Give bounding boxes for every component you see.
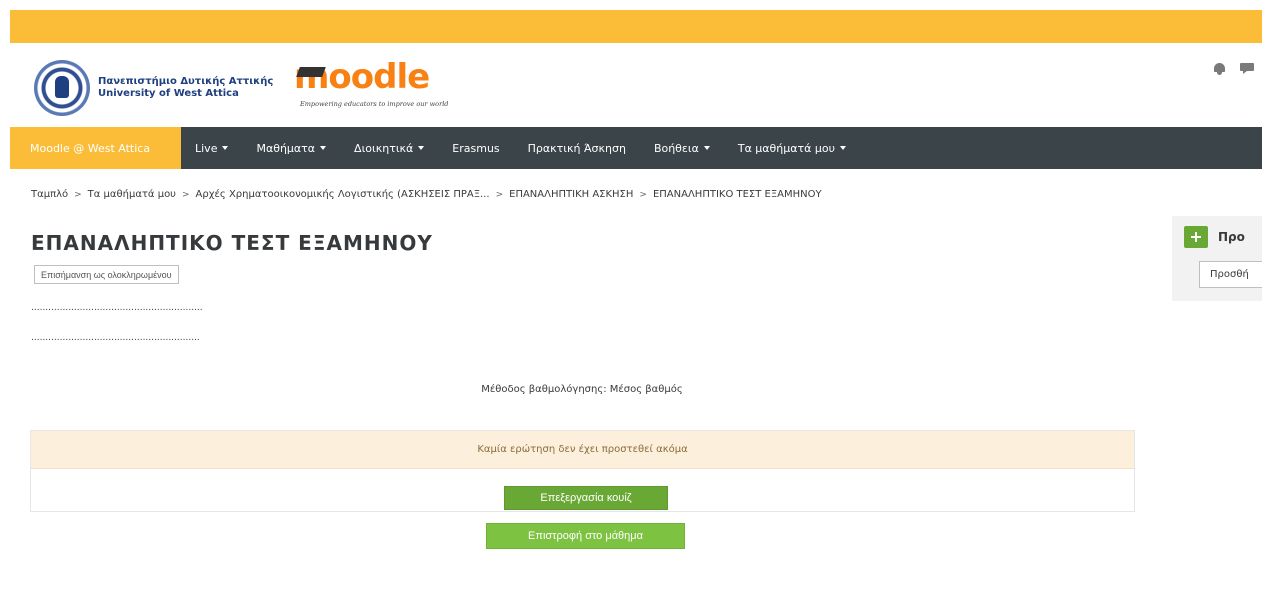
nav-item-my-courses[interactable]: Τα μαθήματά μου [724, 127, 860, 169]
chevron-right-icon: > [495, 189, 504, 200]
breadcrumb-item-course[interactable]: Αρχές Χρηματοοικονομικής Λογιστικής (ΑΣΚ… [196, 189, 490, 200]
add-block-select[interactable]: Προσθή [1199, 261, 1262, 288]
university-seal-icon [34, 60, 90, 116]
top-accent-strip [10, 10, 1262, 43]
university-name-en: University of West Attica [98, 88, 239, 99]
add-block-title: Προ [1218, 230, 1245, 244]
nav-brand[interactable]: Moodle @ West Attica [10, 127, 181, 169]
breadcrumb-item-section[interactable]: ΕΠΑΝΑΛΗΠΤΙΚΗ ΑΣΚΗΣΗ [509, 189, 633, 200]
grading-method-text: Μέθοδος βαθμολόγησης: Μέσος βαθμός [481, 384, 683, 395]
moodle-logo[interactable]: moodle Empowering educators to improve o… [294, 57, 448, 111]
site-header: Πανεπιστήμιο Δυτικής Αττικής University … [10, 43, 1262, 127]
nav-item-help[interactable]: Βοήθεια [640, 127, 724, 169]
nav-item-courses[interactable]: Μαθήματα [242, 127, 340, 169]
nav-item-erasmus[interactable]: Erasmus [438, 127, 513, 169]
bell-icon[interactable] [1213, 63, 1226, 75]
nav-item-label: Erasmus [452, 141, 500, 155]
nav-item-label: Διοικητικά [354, 141, 414, 155]
no-questions-notice: Καμία ερώτηση δεν έχει προστεθεί ακόμα [31, 431, 1134, 469]
nav-item-label: Πρακτική Άσκηση [527, 141, 626, 155]
chat-icon[interactable] [1240, 63, 1254, 74]
caret-down-icon [320, 146, 327, 150]
nav-item-administrative[interactable]: Διοικητικά [340, 127, 438, 169]
description-placeholder-line: ........................................… [31, 333, 200, 343]
breadcrumb-item-dashboard[interactable]: Ταμπλό [31, 189, 68, 200]
breadcrumb-item-my-courses[interactable]: Τα μαθήματά μου [88, 189, 176, 200]
graduation-cap-icon [296, 67, 326, 77]
nav-item-label: Μαθήματα [256, 141, 316, 155]
plus-icon[interactable] [1184, 226, 1208, 248]
nav-item-live[interactable]: Live [181, 127, 242, 169]
university-name-gr: Πανεπιστήμιο Δυτικής Αττικής [98, 76, 274, 87]
breadcrumb-item-current[interactable]: ΕΠΑΝΑΛΗΠΤΙΚΟ ΤΕΣΤ ΕΞΑΜΗΝΟΥ [653, 189, 822, 200]
moodle-tagline: Empowering educators to improve our worl… [300, 100, 449, 108]
edit-quiz-button[interactable]: Επεξεργασία κουίζ [504, 486, 668, 510]
university-logo[interactable]: Πανεπιστήμιο Δυτικής Αττικής University … [34, 60, 273, 116]
page-title: ΕΠΑΝΑΛΗΠΤΙΚΟ ΤΕΣΤ ΕΞΑΜΗΝΟΥ [31, 231, 433, 255]
breadcrumb: Ταμπλό > Τα μαθήματά μου > Αρχές Χρηματο… [31, 189, 822, 200]
chevron-right-icon: > [639, 189, 647, 200]
nav-item-internship[interactable]: Πρακτική Άσκηση [514, 127, 640, 169]
caret-down-icon [418, 146, 425, 150]
caret-down-icon [222, 146, 229, 150]
quiz-info-box: Καμία ερώτηση δεν έχει προστεθεί ακόμα Ε… [30, 430, 1135, 512]
return-to-course-button[interactable]: Επιστροφή στο μάθημα [486, 523, 685, 549]
caret-down-icon [839, 146, 846, 150]
university-name: Πανεπιστήμιο Δυτικής Αττικής University … [98, 76, 273, 100]
description-placeholder-line: ........................................… [31, 303, 203, 313]
mark-complete-button[interactable]: Επισήμανση ως ολοκληρωμένου [34, 265, 179, 284]
chevron-right-icon: > [74, 189, 82, 200]
caret-down-icon [703, 146, 710, 150]
add-block-panel: Προ Προσθή [1172, 216, 1262, 301]
nav-item-label: Τα μαθήματά μου [737, 141, 835, 155]
chevron-right-icon: > [181, 189, 190, 200]
moodle-wordmark: moodle [294, 57, 430, 97]
nav-item-label: Βοήθεια [653, 141, 699, 155]
main-navbar: Moodle @ West Attica Live Μαθήματα Διοικ… [10, 127, 1262, 169]
nav-item-label: Live [195, 141, 218, 155]
